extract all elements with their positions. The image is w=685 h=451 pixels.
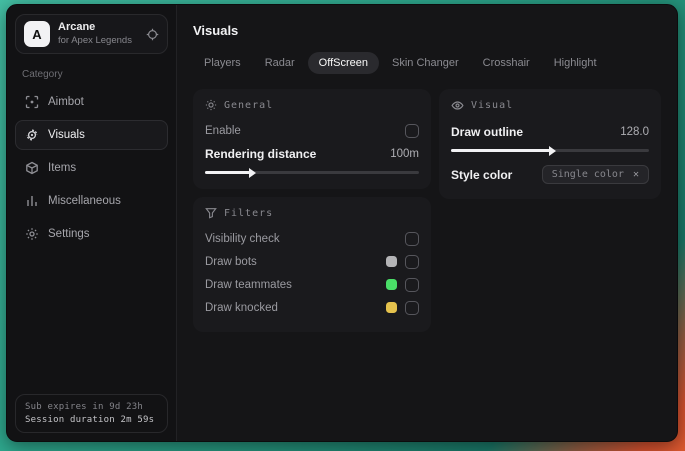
general-panel: General Enable Rendering distance 100m [193,89,431,189]
rendering-distance-value: 100m [390,147,419,160]
slider-fill [451,145,556,156]
clear-icon[interactable]: ✕ [633,169,639,180]
sidebar-item-miscellaneous[interactable]: Miscellaneous [15,186,168,216]
tab-skin-changer[interactable]: Skin Changer [381,52,470,74]
category-label: Category [22,69,63,80]
subscription-card: Sub expires in 9d 23h Session duration 2… [15,394,168,433]
filter-row: Draw knocked [205,297,419,318]
sidebar-item-items[interactable]: Items [15,153,168,183]
funnel-icon [205,207,217,219]
panel-title: Filters [224,207,274,219]
visual-panel: Visual Draw outline 128.0 Style color Si… [439,89,661,199]
draw-bots-label: Draw bots [205,255,257,268]
tab-crosshair[interactable]: Crosshair [472,52,541,74]
bars-icon [25,194,39,208]
rendering-distance-slider[interactable] [205,167,419,178]
crosshair-icon [25,95,39,109]
sidebar-item-label: Visuals [48,129,85,141]
brand-logo: A [24,21,50,47]
sidebar-item-visuals[interactable]: Visuals [15,120,168,150]
draw-teammates-checkbox[interactable] [405,277,419,292]
enable-label: Enable [205,124,241,137]
draw-outline-value: 128.0 [620,125,649,138]
sidebar-item-label: Aimbot [48,96,84,108]
brand-subtitle: for Apex Legends [58,34,132,46]
sidebar-item-aimbot[interactable]: Aimbot [15,87,168,117]
sidebar-item-settings[interactable]: Settings [15,219,168,249]
session-duration-text: Session duration 2m 59s [25,415,155,425]
draw-knocked-checkbox[interactable] [405,300,419,315]
filter-row: Draw bots [205,251,419,272]
visibility-check-checkbox[interactable] [405,231,419,246]
sidebar: A Arcane for Apex Legends Category Aimbo… [7,5,177,441]
eye-scan-icon [25,128,39,142]
draw-bots-color-swatch[interactable] [386,256,397,267]
draw-outline-label: Draw outline [451,124,524,139]
sidebar-nav: Aimbot Visuals Items Miscellaneous Setti… [15,87,168,249]
brand-card: A Arcane for Apex Legends [15,14,168,54]
draw-knocked-color-swatch[interactable] [386,302,397,313]
filter-row: Visibility check [205,228,419,249]
filter-row: Draw teammates [205,274,419,295]
draw-outline-slider[interactable] [451,145,649,156]
draw-teammates-label: Draw teammates [205,278,292,291]
main-area: Visuals Players Radar OffScreen Skin Cha… [177,5,677,441]
draw-knocked-label: Draw knocked [205,301,278,314]
eye-icon [451,99,464,112]
app-window: A Arcane for Apex Legends Category Aimbo… [6,4,678,442]
brand-name: Arcane [58,21,96,34]
style-color-select[interactable]: Single color ✕ [541,165,649,184]
slider-fill [205,167,256,178]
visibility-check-label: Visibility check [205,232,280,245]
style-color-selected: Single color [551,169,624,180]
filters-panel: Filters Visibility check Draw bots Draw … [193,197,431,332]
sub-expires-text: Sub expires in 9d 23h [25,402,143,412]
gear-icon [25,227,39,241]
tab-highlight[interactable]: Highlight [543,52,608,74]
target-icon[interactable] [146,28,159,41]
rendering-distance-label: Rendering distance [205,146,317,161]
draw-teammates-color-swatch[interactable] [386,279,397,290]
draw-bots-checkbox[interactable] [405,254,419,269]
sidebar-item-label: Miscellaneous [48,195,121,207]
style-color-label: Style color [451,167,513,182]
tab-radar[interactable]: Radar [254,52,306,74]
tab-players[interactable]: Players [193,52,252,74]
sidebar-item-label: Items [48,162,77,174]
panel-title: Visual [471,100,514,111]
page-title: Visuals [193,23,239,38]
sidebar-item-label: Settings [48,228,90,240]
tab-offscreen[interactable]: OffScreen [307,52,379,74]
panel-title: General [224,99,274,111]
enable-checkbox[interactable] [405,123,419,138]
box-icon [25,161,39,175]
tab-bar: Players Radar OffScreen Skin Changer Cro… [193,52,661,74]
sun-icon [205,99,217,111]
